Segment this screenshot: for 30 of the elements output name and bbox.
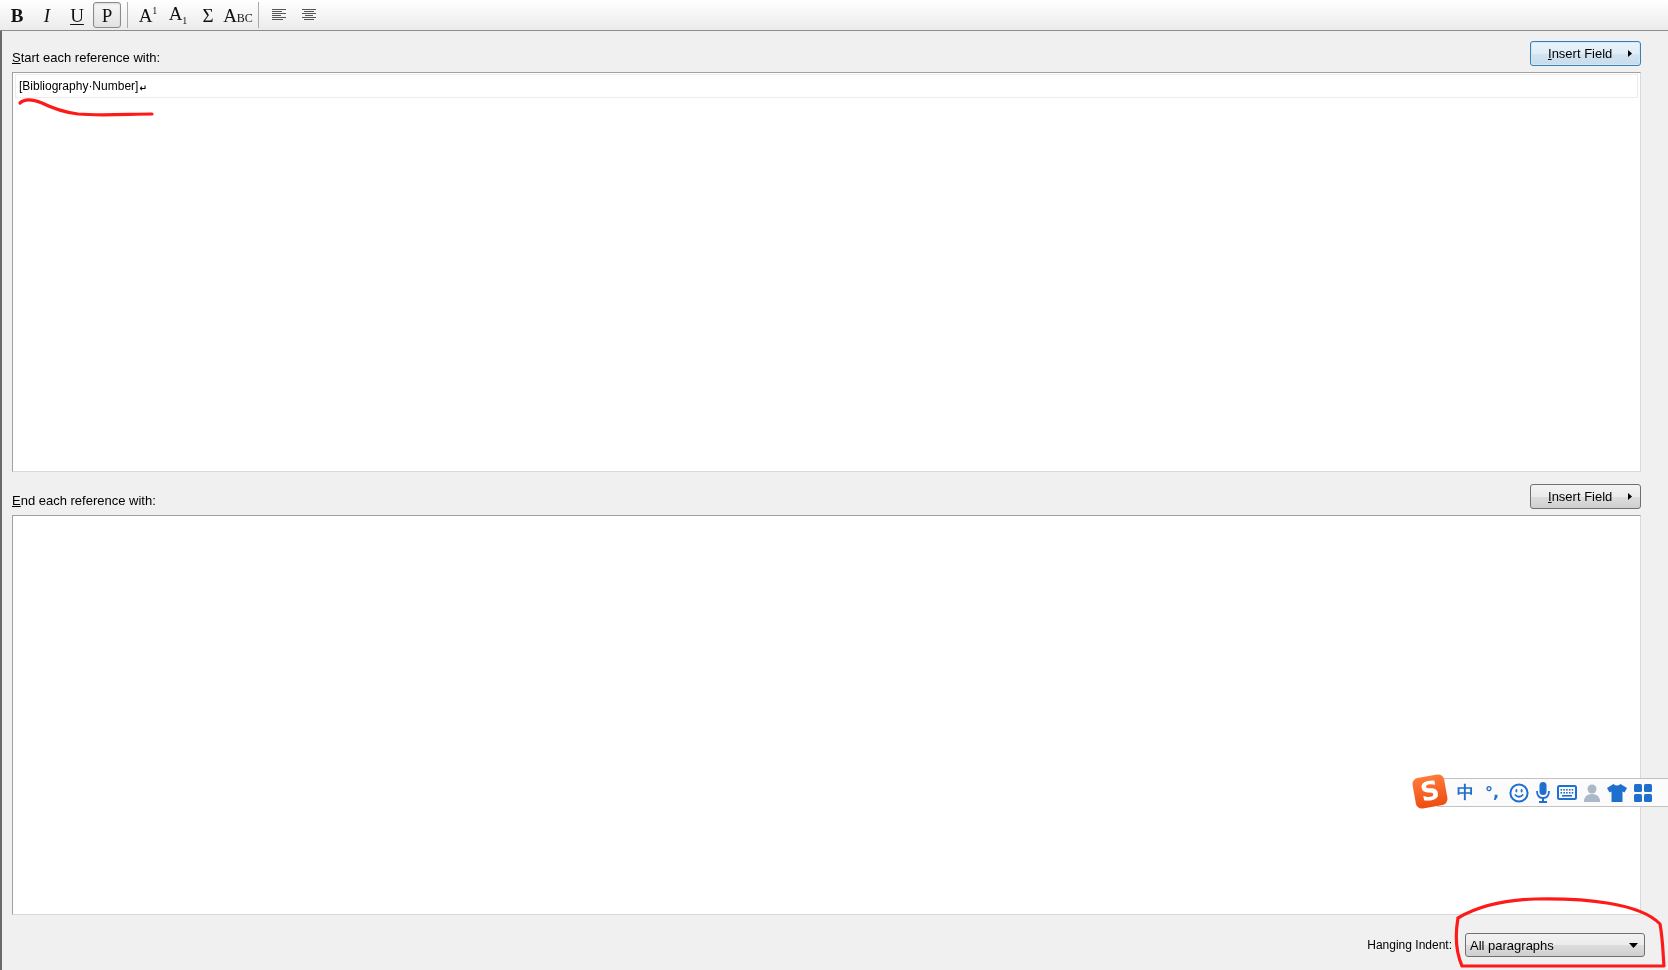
- field-text: [Bibliography·Number]: [19, 79, 139, 93]
- right-triangle-icon: [1628, 493, 1632, 500]
- smiley-icon[interactable]: [1509, 782, 1529, 803]
- subscript-button[interactable]: A$_{1}$: [164, 2, 192, 28]
- text-editor-field[interactable]: [Bibliography·Number]↵: [12, 72, 1641, 472]
- punctuation-mode-button[interactable]: °,: [1482, 784, 1502, 801]
- keyboard-icon[interactable]: [1557, 785, 1577, 800]
- t-shirt-icon[interactable]: [1607, 783, 1627, 802]
- symbol-button[interactable]: Σ: [194, 2, 222, 28]
- right-triangle-icon: [1628, 50, 1632, 57]
- field-label: End each reference with:: [12, 493, 156, 509]
- align-center-icon: [302, 9, 316, 21]
- small-caps-button[interactable]: ABC: [224, 2, 252, 28]
- plain-text-button[interactable]: P: [93, 2, 121, 28]
- hanging-indent-label: Hanging Indent:: [1367, 937, 1452, 953]
- microphone-icon[interactable]: [1536, 782, 1550, 803]
- insert-field-button[interactable]: Insert Field: [1530, 484, 1641, 509]
- caret-icon: [1629, 942, 1638, 948]
- field-label: Start each reference with:: [12, 50, 161, 66]
- underline-button[interactable]: U: [63, 2, 91, 28]
- align-left-icon: [272, 9, 286, 21]
- bold-button[interactable]: B: [3, 2, 31, 28]
- superscript-button[interactable]: A$^{1}$: [134, 2, 162, 28]
- hanging-indent-dropdown[interactable]: All paragraphs: [1465, 933, 1645, 957]
- paragraph-mark: ↵: [139, 82, 147, 93]
- language-mode-button[interactable]: 中: [1455, 784, 1475, 801]
- italic-button[interactable]: I: [33, 2, 61, 28]
- insert-field-button[interactable]: Insert Field: [1530, 41, 1641, 66]
- grid-icon[interactable]: [1634, 783, 1652, 802]
- text-editor-field[interactable]: [12, 515, 1641, 915]
